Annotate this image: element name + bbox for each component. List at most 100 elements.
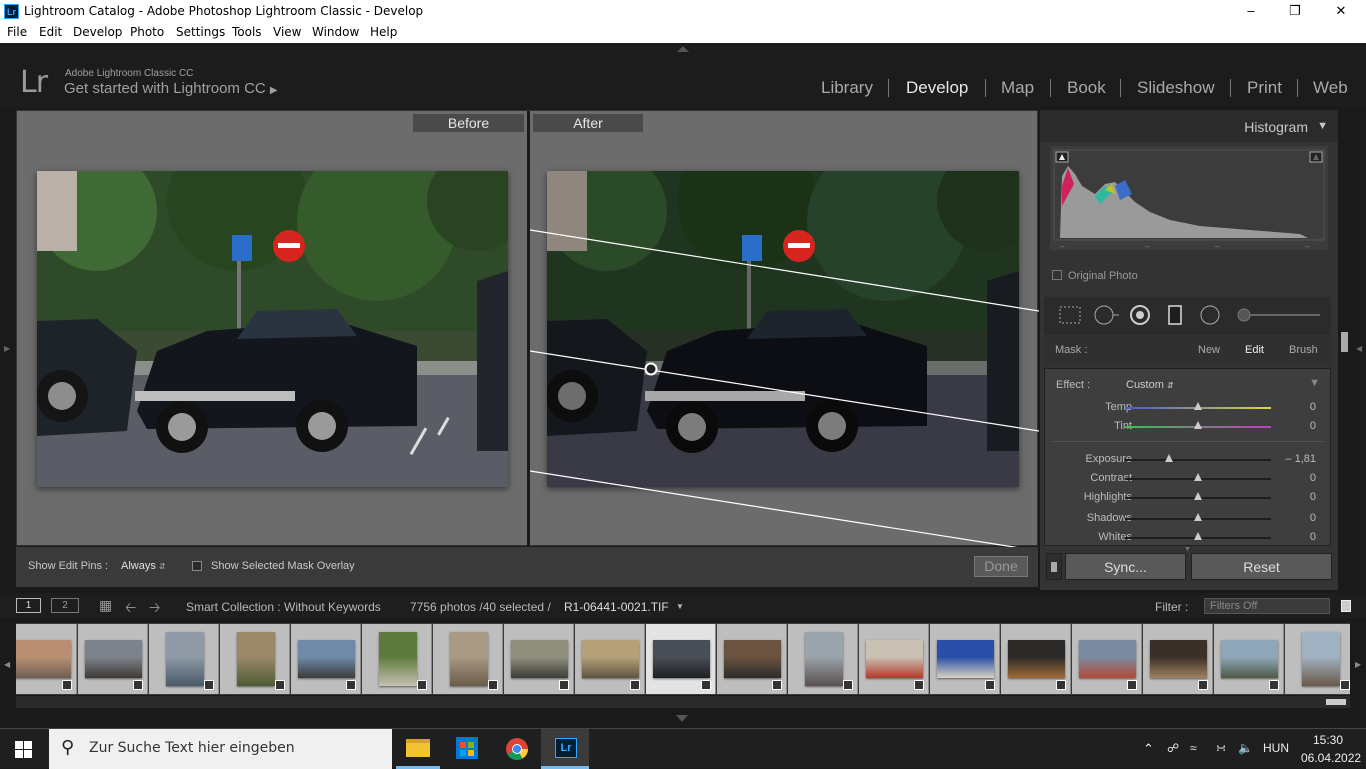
slider-whites[interactable]: Whites 0 [1045, 529, 1332, 547]
menu-settings[interactable]: Settings [176, 25, 225, 39]
microsoft-store-icon[interactable] [456, 737, 478, 759]
grid-icon[interactable]: ▦ [99, 597, 112, 614]
filename[interactable]: R1-06441-0021.TIF [564, 600, 669, 614]
primary-window-button[interactable]: 1 [16, 598, 41, 613]
wifi-icon[interactable]: ∺ [1216, 741, 1226, 755]
filmstrip-thumbnail[interactable] [930, 624, 1000, 694]
edit-pins-select[interactable]: Always ⇵ [121, 560, 166, 572]
filmstrip-thumbnail[interactable] [291, 624, 361, 694]
before-photo[interactable] [37, 171, 508, 487]
slider-knob[interactable] [1164, 454, 1173, 462]
module-web[interactable]: Web [1313, 78, 1348, 98]
lightroom-taskbar-button[interactable]: Lr [541, 729, 589, 769]
filmstrip-thumbnail[interactable] [1214, 624, 1284, 694]
filmstrip-thumbnail[interactable] [149, 624, 219, 694]
slider-knob[interactable] [1194, 492, 1202, 500]
filmstrip-thumbnail[interactable] [788, 624, 858, 694]
file-explorer-icon[interactable] [406, 739, 430, 757]
filmstrip-thumbnail[interactable] [1285, 624, 1350, 694]
filmstrip-thumbnail[interactable] [1001, 624, 1071, 694]
tray-chevron-icon[interactable]: ⌃ [1143, 741, 1154, 757]
slider-contrast[interactable]: Contrast 0 [1045, 470, 1332, 488]
menu-tools[interactable]: Tools [232, 25, 262, 39]
slider-track[interactable] [1125, 459, 1271, 461]
right-panel-toggle-icon[interactable]: ◀ [1356, 344, 1362, 353]
right-panel-scrollbar[interactable] [1339, 110, 1350, 590]
module-slideshow[interactable]: Slideshow [1137, 78, 1215, 98]
module-book[interactable]: Book [1067, 78, 1106, 98]
mask-brush-button[interactable]: Brush [1289, 344, 1318, 356]
filmstrip-thumbnail[interactable] [1143, 624, 1213, 694]
volume-icon[interactable]: 🔈 [1238, 741, 1253, 755]
language-indicator[interactable]: HUN [1263, 741, 1289, 755]
minimize-button[interactable]: – [1228, 0, 1274, 23]
sync-button[interactable]: Sync... [1065, 553, 1186, 580]
forward-arrow-icon[interactable]: 🡢 [149, 597, 160, 621]
done-button[interactable]: Done [974, 556, 1028, 577]
slider-value[interactable]: 0 [1310, 472, 1316, 484]
windows-start-icon[interactable] [15, 741, 32, 758]
filename-dropdown-icon[interactable]: ▼ [676, 602, 684, 611]
collapse-top-panel-icon[interactable] [677, 46, 689, 52]
clock-time[interactable]: 15:30 [1313, 733, 1343, 747]
filmstrip-left-arrow-icon[interactable]: ◀ [4, 660, 10, 669]
slider-value[interactable]: 0 [1310, 491, 1316, 503]
effect-collapse-icon[interactable]: ▼ [1309, 377, 1320, 389]
slider-tint[interactable]: Tint 0 [1045, 418, 1332, 436]
filmstrip-right-arrow-icon[interactable]: ▶ [1355, 660, 1361, 669]
slider-knob[interactable] [1194, 532, 1202, 540]
mask-edit-button[interactable]: Edit [1245, 344, 1264, 356]
slider-knob[interactable] [1194, 513, 1202, 521]
slider-value[interactable]: 0 [1310, 531, 1316, 543]
slider-temp[interactable]: Temp 0 [1045, 399, 1332, 417]
mask-new-button[interactable]: New [1198, 344, 1220, 356]
slider-value[interactable]: – 1,81 [1285, 453, 1316, 465]
histogram[interactable]: – – – – [1050, 146, 1328, 251]
get-started-link[interactable]: Get started with Lightroom CC ▶ [64, 80, 278, 97]
filter-lock-icon[interactable] [1341, 600, 1351, 612]
mask-overlay-checkbox[interactable] [192, 561, 202, 571]
filmstrip-thumbnail[interactable] [575, 624, 645, 694]
menu-view[interactable]: View [273, 25, 301, 39]
slider-value[interactable]: 0 [1310, 512, 1316, 524]
chrome-icon[interactable] [505, 737, 529, 761]
filmstrip-thumbnail[interactable] [78, 624, 148, 694]
close-button[interactable]: ✕ [1318, 0, 1364, 23]
filmstrip-thumbnail[interactable] [16, 624, 77, 694]
meet-now-icon[interactable]: ☍ [1167, 741, 1179, 755]
slider-shadows[interactable]: Shadows 0 [1045, 510, 1332, 528]
slider-exposure[interactable]: Exposure – 1,81 [1045, 451, 1332, 469]
module-map[interactable]: Map [1001, 78, 1034, 98]
clock-date[interactable]: 06.04.2022 [1301, 751, 1361, 765]
module-develop[interactable]: Develop [906, 78, 968, 98]
menu-window[interactable]: Window [312, 25, 359, 39]
left-panel-toggle-icon[interactable]: ▶ [4, 344, 10, 353]
taskbar-search-box[interactable]: ⚲ Zur Suche Text hier eingeben [49, 729, 392, 769]
menu-photo[interactable]: Photo [130, 25, 164, 39]
sync-switch[interactable] [1046, 553, 1062, 580]
slider-knob[interactable] [1194, 402, 1202, 410]
collapse-bottom-panel-icon[interactable] [676, 715, 688, 722]
back-arrow-icon[interactable]: 🡠 [125, 597, 136, 621]
filmstrip-thumbnail[interactable] [1072, 624, 1142, 694]
linear-gradient-overlay[interactable] [530, 111, 1039, 547]
slider-knob[interactable] [1194, 473, 1202, 481]
original-photo-toggle[interactable]: Original Photo [1052, 270, 1138, 282]
module-print[interactable]: Print [1247, 78, 1282, 98]
source-label[interactable]: Smart Collection : Without Keywords [186, 600, 381, 614]
slider-value[interactable]: 0 [1310, 401, 1316, 413]
slider-highlights[interactable]: Highlights 0 [1045, 489, 1332, 507]
original-photo-checkbox[interactable] [1052, 270, 1062, 280]
filmstrip-thumbnail[interactable] [433, 624, 503, 694]
filmstrip-thumbnail[interactable] [504, 624, 574, 694]
slider-knob[interactable] [1194, 421, 1202, 429]
filmstrip-thumbnail[interactable] [646, 624, 716, 694]
menu-file[interactable]: File [7, 25, 27, 39]
filter-select[interactable]: Filters Off [1204, 598, 1330, 614]
menu-edit[interactable]: Edit [39, 25, 62, 39]
menu-develop[interactable]: Develop [73, 25, 122, 39]
histogram-header[interactable]: Histogram ▼ [1040, 110, 1338, 142]
effect-preset-select[interactable]: Custom ⇵ [1126, 379, 1174, 391]
secondary-window-button[interactable]: 2 [51, 598, 79, 613]
filmstrip-thumbnail[interactable] [220, 624, 290, 694]
